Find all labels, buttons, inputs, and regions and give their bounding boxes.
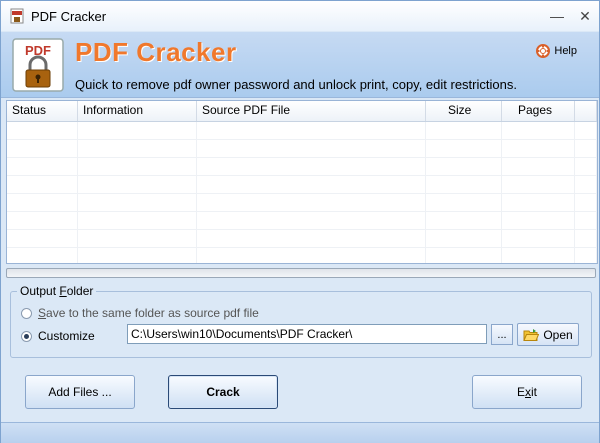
table-row[interactable] bbox=[7, 122, 597, 140]
table-cell bbox=[78, 248, 197, 263]
output-folder-group: Output Folder Save to the same folder as… bbox=[10, 284, 592, 358]
table-row[interactable] bbox=[7, 158, 597, 176]
table-cell bbox=[575, 194, 597, 211]
table-cell bbox=[502, 140, 575, 157]
radio-same-folder-label: Save to the same folder as source pdf fi… bbox=[38, 306, 259, 320]
radio-same-folder-indicator[interactable] bbox=[21, 307, 32, 319]
window-title: PDF Cracker bbox=[31, 8, 107, 24]
table-cell bbox=[197, 158, 426, 175]
column-source-pdf-file[interactable]: Source PDF File bbox=[197, 101, 426, 121]
minimize-button[interactable]: — bbox=[543, 1, 571, 31]
table-body bbox=[7, 122, 597, 263]
table-cell bbox=[575, 158, 597, 175]
exit-button[interactable]: Ex it bbox=[472, 375, 582, 409]
table-cell bbox=[575, 212, 597, 229]
status-bar bbox=[1, 422, 599, 443]
help-label: Help bbox=[554, 45, 577, 57]
table-cell bbox=[78, 158, 197, 175]
table-cell bbox=[502, 248, 575, 263]
table-cell bbox=[78, 122, 197, 139]
table-cell bbox=[7, 176, 78, 193]
table-cell bbox=[7, 158, 78, 175]
table-cell bbox=[502, 176, 575, 193]
column-size[interactable]: Size bbox=[426, 101, 502, 121]
table-cell bbox=[7, 194, 78, 211]
header-banner: PDF PDF Cracker Quick to remove pdf owne… bbox=[1, 32, 599, 98]
radio-customize-indicator[interactable] bbox=[21, 330, 32, 342]
column-information[interactable]: Information bbox=[78, 101, 197, 121]
progress-bar bbox=[6, 268, 596, 278]
table-cell bbox=[426, 158, 502, 175]
open-button[interactable]: Open bbox=[517, 323, 579, 346]
table-row[interactable] bbox=[7, 248, 597, 263]
column-pages[interactable]: Pages bbox=[502, 101, 575, 121]
table-cell bbox=[502, 212, 575, 229]
table-cell bbox=[575, 176, 597, 193]
browse-button[interactable]: ... bbox=[491, 324, 513, 345]
table-row[interactable] bbox=[7, 176, 597, 194]
open-folder-icon bbox=[523, 328, 540, 341]
app-icon bbox=[10, 8, 24, 24]
table-cell bbox=[426, 176, 502, 193]
table-cell bbox=[78, 176, 197, 193]
table-cell bbox=[197, 230, 426, 247]
table-cell bbox=[197, 122, 426, 139]
crack-button[interactable]: Crack bbox=[168, 375, 278, 409]
table-cell bbox=[426, 212, 502, 229]
table-row[interactable] bbox=[7, 230, 597, 248]
close-button[interactable]: ✕ bbox=[571, 1, 599, 31]
table-cell bbox=[197, 140, 426, 157]
window-controls: — ✕ bbox=[543, 1, 599, 31]
table-cell bbox=[502, 122, 575, 139]
table-row[interactable] bbox=[7, 194, 597, 212]
table-cell bbox=[7, 248, 78, 263]
table-cell bbox=[7, 212, 78, 229]
table-cell bbox=[426, 194, 502, 211]
table-cell bbox=[502, 158, 575, 175]
app-window: PDF Cracker — ✕ PDF PDF Cracker Quick to… bbox=[0, 0, 600, 443]
column-status[interactable]: Status bbox=[7, 101, 78, 121]
table-cell bbox=[78, 140, 197, 157]
table-cell bbox=[7, 230, 78, 247]
table-cell bbox=[575, 122, 597, 139]
table-cell bbox=[426, 248, 502, 263]
table-cell bbox=[426, 140, 502, 157]
table-cell bbox=[197, 212, 426, 229]
table-row[interactable] bbox=[7, 212, 597, 230]
table-cell bbox=[575, 140, 597, 157]
tagline: Quick to remove pdf owner password and u… bbox=[75, 77, 517, 92]
table-cell bbox=[7, 140, 78, 157]
file-table[interactable]: Status Information Source PDF File Size … bbox=[6, 100, 598, 264]
radio-customize-label: Customize bbox=[38, 329, 95, 343]
app-name: PDF Cracker bbox=[75, 37, 237, 67]
table-cell bbox=[7, 122, 78, 139]
table-row[interactable] bbox=[7, 140, 597, 158]
table-cell bbox=[78, 194, 197, 211]
pdf-lock-logo: PDF bbox=[12, 38, 64, 92]
table-cell bbox=[197, 194, 426, 211]
help-link[interactable]: Help bbox=[536, 44, 577, 58]
table-cell bbox=[575, 248, 597, 263]
table-cell bbox=[502, 230, 575, 247]
table-cell bbox=[197, 248, 426, 263]
table-cell bbox=[78, 230, 197, 247]
radio-customize[interactable]: Customize bbox=[21, 329, 95, 343]
table-cell bbox=[575, 230, 597, 247]
title-bar: PDF Cracker — ✕ bbox=[1, 1, 599, 31]
table-header: Status Information Source PDF File Size … bbox=[7, 101, 597, 122]
table-cell bbox=[197, 176, 426, 193]
add-files-button[interactable]: Add Files ... bbox=[25, 375, 135, 409]
radio-same-folder[interactable]: Save to the same folder as source pdf fi… bbox=[21, 306, 259, 320]
table-cell bbox=[502, 194, 575, 211]
output-folder-legend: Output Folder bbox=[17, 284, 97, 298]
table-cell bbox=[78, 212, 197, 229]
table-cell bbox=[426, 230, 502, 247]
lifebuoy-icon bbox=[536, 44, 551, 58]
table-cell bbox=[426, 122, 502, 139]
column-spacer bbox=[575, 101, 597, 121]
output-path-input[interactable] bbox=[127, 324, 487, 344]
open-label: Open bbox=[543, 327, 573, 342]
